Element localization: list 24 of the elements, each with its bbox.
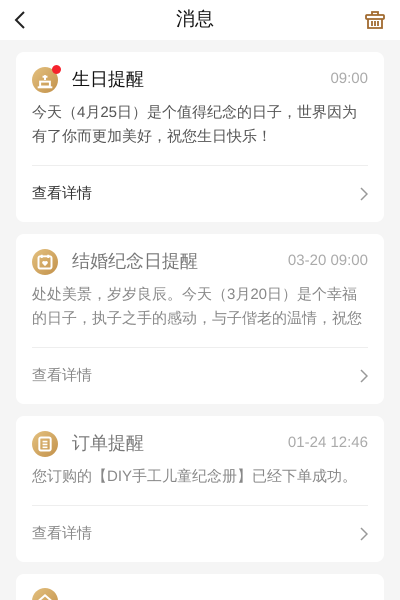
message-title: 订单提醒	[72, 432, 144, 455]
message-card[interactable]: 生日提醒 09:00 今天（4月25日）是个值得纪念的日子，世界因为有了你而更加美好，祝您生日快乐！ 查看详情	[16, 52, 384, 222]
message-card[interactable]: 订单提醒 01-24 12:46 您订购的【DIY手工儿童纪念册】已经下单成功。 查看详情	[16, 416, 384, 562]
details-link[interactable]: 查看详情	[32, 364, 92, 388]
details-link[interactable]: 查看详情	[32, 182, 92, 206]
chevron-right-icon[interactable]	[360, 187, 368, 201]
message-title: 结婚纪念日提醒	[72, 250, 198, 273]
message-time: 09:00	[330, 69, 368, 90]
back-icon[interactable]	[14, 10, 26, 30]
message-time: 01-24 12:46	[288, 433, 368, 454]
message-text: 处处美景，岁岁良辰。今天（3月20日）是个幸福的日子，执子之手的感动，与子偕老的温情，祝您	[32, 285, 363, 329]
details-link[interactable]: 查看详情	[32, 522, 92, 546]
cake-icon	[32, 66, 58, 92]
calendar-icon	[32, 248, 58, 274]
chevron-right-icon[interactable]	[360, 527, 368, 541]
message-title: 生日提醒	[72, 68, 144, 91]
document-icon	[32, 430, 58, 456]
page-title: 消息	[176, 8, 214, 32]
message-text: 今天（4月25日）是个值得纪念的日子，世界因为有了你而更加美好，祝您生日快乐！	[32, 103, 358, 147]
basket-icon[interactable]	[364, 9, 386, 31]
message-text: 您订购的【DIY手工儿童纪念册】已经下单成功。	[32, 467, 358, 487]
chevron-right-icon[interactable]	[360, 369, 368, 383]
message-time: 03-20 09:00	[288, 251, 368, 272]
message-card[interactable]: 结婚纪念日提醒 03-20 09:00 处处美景，岁岁良辰。今天（3月20日）是个幸福的日子，执子之手的感动，与子偕老的温情，祝您 查看详情	[16, 234, 384, 404]
